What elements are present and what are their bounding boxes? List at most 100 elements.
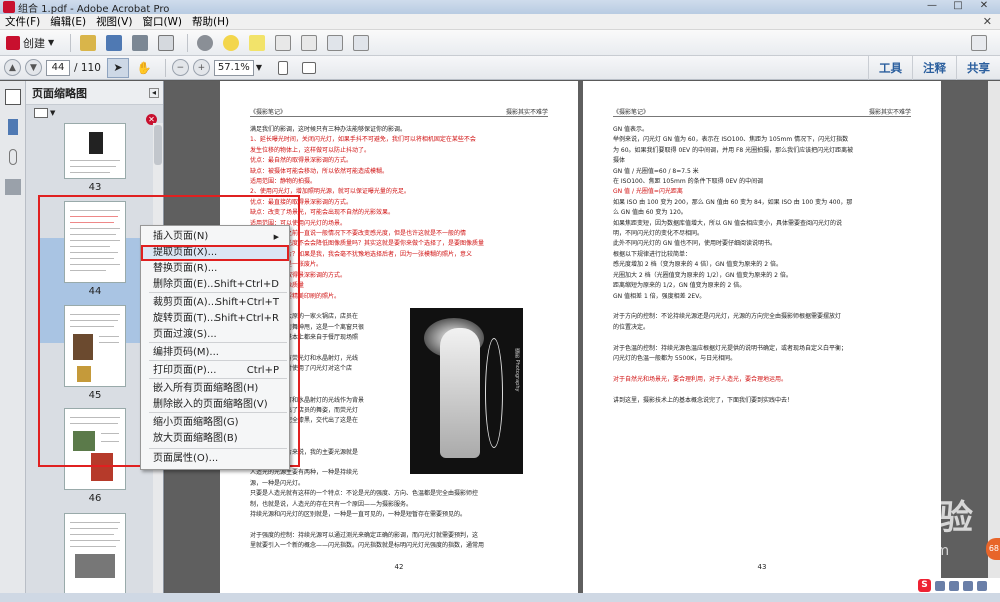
comment-button[interactable] <box>220 33 242 53</box>
context-menu-item[interactable]: 放大页面缩略图(B) <box>141 431 289 447</box>
sogou-input-icon[interactable]: S <box>918 579 931 592</box>
close-document-icon[interactable]: ✕ <box>983 15 992 28</box>
open-button[interactable] <box>77 33 99 53</box>
navigation-pane-strip <box>0 81 26 593</box>
page-number-input[interactable]: 44 <box>46 59 70 76</box>
photo-caption: 摄影 Photography <box>514 348 520 392</box>
tab-tools[interactable]: 工具 <box>868 56 912 80</box>
save-button[interactable] <box>103 33 125 53</box>
minimize-button[interactable]: — <box>920 0 944 13</box>
email-button[interactable] <box>155 33 177 53</box>
context-menu-item[interactable]: 裁剪页面(A)... Shift+Ctrl+T <box>141 295 289 311</box>
thumbnail-page-44[interactable]: 44 <box>40 201 150 297</box>
folder-icon <box>80 34 97 51</box>
menu-window[interactable]: 窗口(W) <box>137 14 187 29</box>
context-menu-item[interactable]: 缩小页面缩略图(G) <box>141 415 289 431</box>
tab-comment[interactable]: 注释 <box>912 56 956 80</box>
context-menu-item[interactable]: 提取页面(X)... <box>141 245 289 261</box>
context-menu-item[interactable]: 旋转页面(T)... Shift+Ctrl+R <box>141 311 289 327</box>
panel-title: 页面缩略图 <box>32 86 87 100</box>
text-line: GN 值 / 光圈值=闪光距离 <box>613 188 683 196</box>
tab-share[interactable]: 共享 <box>956 56 1000 80</box>
select-tool-button[interactable]: ➤ <box>106 57 129 78</box>
floating-badge[interactable]: 68 <box>986 538 1000 560</box>
menu-item-label: 替换页面(R)... <box>153 263 218 274</box>
ime-icon[interactable] <box>935 580 945 591</box>
bookmark-icon[interactable] <box>8 119 18 135</box>
chevron-down-icon[interactable]: ▼ <box>50 109 55 117</box>
context-menu-item[interactable]: 打印页面(P)... Ctrl+P <box>141 363 289 379</box>
thumbnail-page-45[interactable]: 45 <box>40 305 150 401</box>
zoom-dropdown-icon[interactable]: ▼ <box>256 63 262 72</box>
text-line: 闪光灯的色温一般都为 5500K，与日光相同。 <box>613 354 737 362</box>
thumbnail-image <box>64 513 126 593</box>
photo-motion-trail <box>485 338 503 448</box>
ime-icon[interactable] <box>949 580 959 591</box>
thumbnail-page-number: 45 <box>88 390 102 401</box>
ime-toolbar[interactable]: S <box>915 578 1000 593</box>
attachment-icon[interactable] <box>9 149 17 165</box>
review-button[interactable] <box>350 33 372 53</box>
fit-width-icon <box>302 61 317 74</box>
context-menu-item[interactable]: 删除页面(E)... Shift+Ctrl+D <box>141 277 289 293</box>
text-line: 制，也就是说，人造光的存在只有一个原因——为摄影服务。 <box>250 500 413 508</box>
zoom-out-button[interactable]: − <box>171 59 189 76</box>
close-window-button[interactable]: ✕ <box>972 0 996 13</box>
menu-file[interactable]: 文件(F) <box>0 14 45 29</box>
options-menu-icon[interactable] <box>34 108 48 118</box>
thumbnail-page-number: 46 <box>88 493 102 504</box>
ime-icon[interactable] <box>963 580 973 591</box>
hand-tool-button[interactable]: ✋ <box>133 58 155 78</box>
menu-view[interactable]: 视图(V) <box>91 14 137 29</box>
zoom-level-input[interactable]: 57.1% <box>213 59 254 76</box>
signature-icon[interactable] <box>5 179 21 195</box>
scrollbar-thumb[interactable] <box>154 125 162 165</box>
text-line: 如果 ISO 由 100 变为 200，那么 GN 值由 60 变为 84，如果… <box>613 198 853 206</box>
text-line: 点：最简单的取得景深影调的方式。 <box>250 271 347 279</box>
ime-icon[interactable] <box>977 580 987 591</box>
context-menu-item[interactable]: 页面属性(O)... <box>141 451 289 467</box>
settings-button[interactable] <box>194 33 216 53</box>
menu-help[interactable]: 帮助(H) <box>187 14 234 29</box>
next-page-button[interactable]: ▼ <box>25 59 42 76</box>
menu-item-label: 放大页面缩略图(B) <box>153 433 238 444</box>
speech-bubble-icon <box>223 34 240 51</box>
secure-button[interactable] <box>272 33 294 53</box>
text-line: 持续光源和闪光灯的区别就是，一种是一直可见的，一种是短暂存在需要预见的。 <box>250 511 467 519</box>
thumbnail-page-46[interactable]: 46 <box>40 408 150 504</box>
thumbnail-image <box>64 408 126 490</box>
collapse-panel-icon[interactable]: ◂ <box>149 88 159 98</box>
context-menu-item[interactable]: 嵌入所有页面缩略图(H) <box>141 381 289 397</box>
context-menu-item[interactable]: 替换页面(R)... <box>141 261 289 277</box>
forms-button[interactable] <box>324 33 346 53</box>
menu-edit[interactable]: 编辑(E) <box>45 14 91 29</box>
menu-item-shortcut: Shift+Ctrl+T <box>215 297 279 308</box>
watermark-logo-text: Baidu经验 <box>790 498 975 538</box>
review-icon <box>353 34 370 51</box>
context-menu-item[interactable]: 编排页码(M)... <box>141 345 289 361</box>
context-menu-item[interactable]: 页面过渡(S)... <box>141 327 289 343</box>
page-thumbnails-icon[interactable] <box>5 89 21 105</box>
fit-page-button[interactable] <box>272 58 294 78</box>
fit-width-button[interactable] <box>298 58 320 78</box>
gear-icon <box>197 34 214 51</box>
context-menu-item[interactable]: 删除嵌入的页面缩略图(V) <box>141 397 289 413</box>
thumbnail-page-43[interactable]: 43 <box>40 123 150 193</box>
thumbnail-list: 43 44 45 46 <box>26 123 154 593</box>
text-line: 一张清晰的照片？如果是我，我会毫不犹豫地选择后者，因为一张模糊的照片，意义 <box>250 250 473 258</box>
zoom-in-button[interactable]: + <box>192 59 210 76</box>
text-line: GN 值 / 光圈值=60 / 8=7.5 米 <box>613 167 699 175</box>
fullscreen-button[interactable] <box>968 33 990 53</box>
text-line <box>613 333 911 343</box>
maximize-button[interactable]: □ <box>946 0 970 13</box>
previous-page-button[interactable]: ▲ <box>4 59 21 76</box>
baidu-jingyan-watermark: Baidu经验 jingyan.baidu.com <box>790 490 995 570</box>
sign-button[interactable] <box>298 33 320 53</box>
text-line: 点：降低了图像质量 <box>250 281 548 291</box>
highlight-button[interactable] <box>246 33 268 53</box>
thumbnail-page-47[interactable] <box>40 513 150 593</box>
context-menu-item[interactable]: 插入页面(N) ▶ <box>141 229 289 245</box>
print-button[interactable] <box>129 33 151 53</box>
text-line: 的位置决定。 <box>613 323 650 331</box>
create-button[interactable]: 创建 ▼ <box>6 35 54 51</box>
